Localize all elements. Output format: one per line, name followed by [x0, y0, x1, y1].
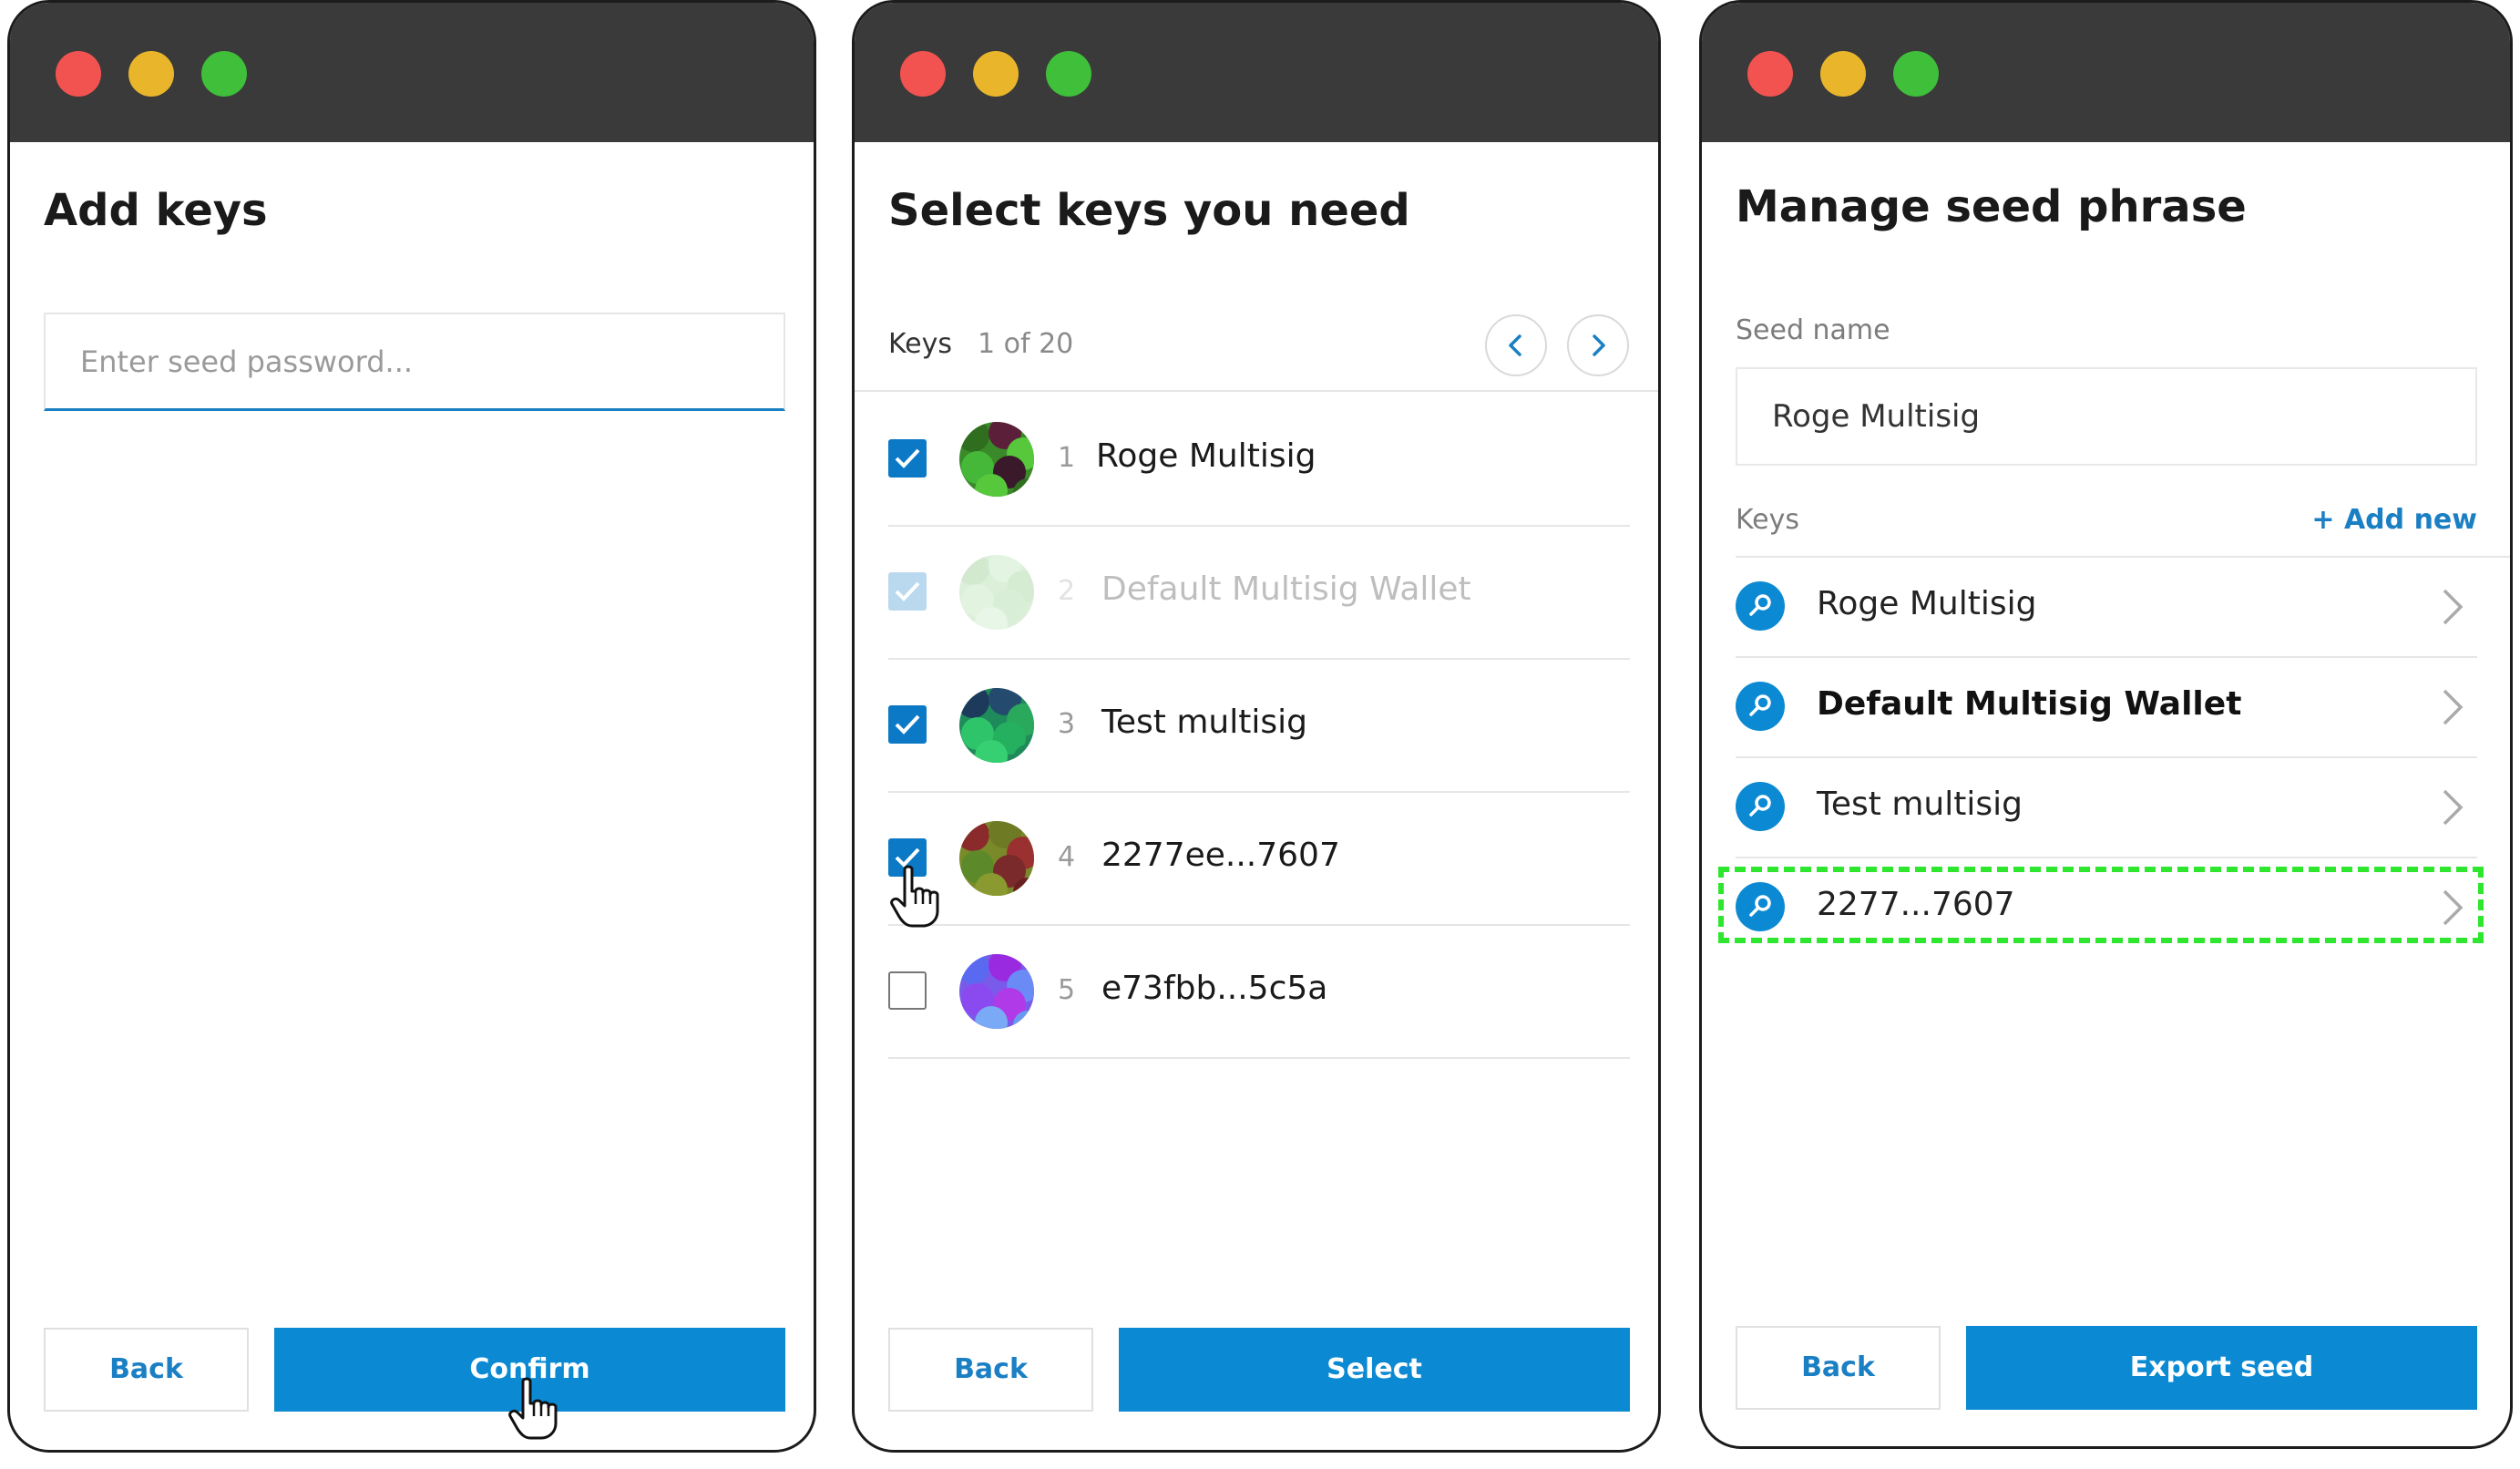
chevron-left-icon	[1509, 334, 1521, 356]
minimize-window-button[interactable]	[1820, 51, 1866, 97]
key-icon	[1736, 682, 1785, 731]
divider	[888, 1057, 1630, 1059]
page-title: Add keys	[44, 185, 268, 236]
chevron-right-icon	[2443, 689, 2464, 725]
select-button[interactable]: Select	[1119, 1328, 1630, 1412]
export-seed-button[interactable]: Export seed	[1966, 1326, 2477, 1410]
key-checkbox[interactable]	[888, 971, 927, 1010]
key-checkbox[interactable]	[888, 705, 927, 744]
key-avatar	[959, 954, 1034, 1029]
hand-cursor-icon	[890, 865, 939, 928]
key-checkbox	[888, 572, 927, 611]
key-name: 2277ee...7607	[1101, 837, 1340, 874]
key-avatar	[959, 821, 1034, 896]
keys-label: Keys	[1736, 504, 1800, 536]
add-new-key-link[interactable]: + Add new	[2311, 504, 2477, 536]
seed-name-label: Seed name	[1736, 314, 1890, 346]
title-bar	[10, 3, 814, 142]
key-list-item: 2 Default Multisig Wallet	[888, 525, 1630, 658]
key-index: 2	[1058, 575, 1076, 607]
hand-cursor-icon	[508, 1377, 558, 1440]
key-list-item[interactable]: 4 2277ee...7607	[888, 791, 1630, 924]
key-name: e73fbb...5c5a	[1101, 970, 1328, 1007]
previous-page-button[interactable]	[1485, 314, 1547, 376]
key-list-item[interactable]: 5 e73fbb...5c5a	[888, 924, 1630, 1057]
back-button[interactable]: Back	[44, 1328, 249, 1412]
page-title: Select keys you need	[888, 185, 1410, 236]
key-name: Test multisig	[1817, 786, 2023, 823]
close-window-button[interactable]	[900, 51, 946, 97]
key-index: 4	[1058, 841, 1076, 873]
key-list-item[interactable]: Roge Multisig	[1736, 556, 2477, 656]
maximize-window-button[interactable]	[1893, 51, 1939, 97]
key-list-item[interactable]: 3 Test multisig	[888, 658, 1630, 791]
chevron-right-icon	[2443, 789, 2464, 826]
check-icon	[895, 714, 920, 734]
key-list-item[interactable]: Test multisig	[1736, 756, 2477, 857]
next-page-button[interactable]	[1567, 314, 1629, 376]
key-name: Test multisig	[1101, 704, 1307, 741]
page-title: Manage seed phrase	[1736, 181, 2247, 232]
seed-password-input[interactable]: Enter seed password...	[44, 313, 785, 411]
seed-name-input[interactable]: Roge Multisig	[1736, 367, 2477, 466]
title-bar	[855, 3, 1658, 142]
pagination-text: 1 of 20	[978, 328, 1074, 360]
keys-label: Keys	[888, 328, 953, 360]
key-icon	[1736, 581, 1785, 631]
back-button[interactable]: Back	[888, 1328, 1093, 1412]
key-name: Roge Multisig	[1817, 585, 2037, 622]
key-name: Default Multisig Wallet	[1817, 685, 2242, 723]
select-keys-window: Select keys you need Keys 1 of 20 1 Roge…	[852, 0, 1661, 1453]
check-icon	[895, 581, 920, 601]
close-window-button[interactable]	[56, 51, 101, 97]
minimize-window-button[interactable]	[973, 51, 1019, 97]
check-icon	[895, 448, 920, 468]
key-list-item[interactable]: Default Multisig Wallet	[1736, 656, 2477, 756]
key-list-item[interactable]: 1 Roge Multisig	[888, 392, 1630, 525]
key-name: Default Multisig Wallet	[1101, 570, 1471, 608]
title-bar	[1702, 3, 2510, 142]
close-window-button[interactable]	[1747, 51, 1793, 97]
key-index: 5	[1058, 974, 1076, 1006]
chevron-right-icon	[1593, 334, 1605, 356]
minimize-window-button[interactable]	[128, 51, 174, 97]
manage-seed-window: Manage seed phrase Seed name Roge Multis…	[1699, 0, 2513, 1449]
key-name: Roge Multisig	[1096, 437, 1316, 475]
key-index: 3	[1058, 708, 1076, 740]
key-icon	[1736, 782, 1785, 831]
maximize-window-button[interactable]	[201, 51, 247, 97]
back-button[interactable]: Back	[1736, 1326, 1941, 1410]
maximize-window-button[interactable]	[1046, 51, 1091, 97]
add-keys-window: Add keys Enter seed password... Back Con…	[7, 0, 816, 1453]
key-avatar	[959, 422, 1034, 497]
key-avatar	[959, 688, 1034, 763]
new-key-highlight	[1718, 867, 2484, 943]
key-checkbox[interactable]	[888, 439, 927, 478]
chevron-right-icon	[2443, 589, 2464, 625]
key-index: 1	[1058, 442, 1076, 474]
key-avatar	[959, 555, 1034, 630]
